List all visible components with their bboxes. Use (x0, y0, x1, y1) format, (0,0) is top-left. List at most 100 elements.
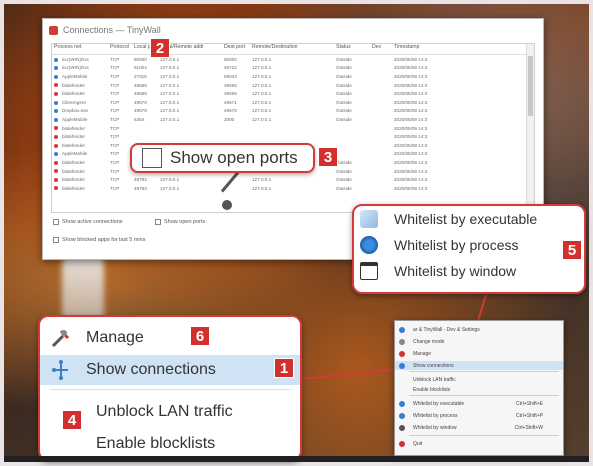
context-menu-item[interactable]: Whitelist by process Ctrl+Shift+P (395, 411, 563, 420)
process-cell: AppleMobile (52, 151, 108, 156)
enable-blocklists-menu-item[interactable]: Enable blocklists (40, 429, 300, 459)
context-menu-item[interactable]: Enable blocklists (395, 385, 563, 394)
column-header[interactable]: Process net (52, 44, 108, 54)
table-row[interactable]: bitdefender TCP 49669 127.0.0.1 49668 127.0.0… (52, 81, 534, 90)
column-header[interactable]: Remote/Destination (250, 44, 334, 54)
menu-item-icon (399, 412, 405, 419)
whitelist-by-window-item[interactable]: Whitelist by window (354, 258, 584, 284)
process-icon (54, 91, 58, 96)
show-active-connections-checkbox[interactable]: Show active connections (53, 219, 123, 225)
callout-label: Show open ports (170, 148, 298, 167)
process-icon (54, 160, 58, 165)
table-cell: 2020/05/09 14:3 (394, 91, 428, 97)
process-cell: bitdefender (52, 177, 108, 182)
menu-item-icon (399, 362, 405, 369)
context-menu-item[interactable]: Whitelist by window Ctrl+Shift+W (395, 423, 563, 432)
checkbox-box[interactable] (142, 148, 162, 168)
process-name: bitdefender (62, 185, 85, 191)
table-row[interactable]: Dropbox.exe TCP 49679 127.0.0.1 49678 127.0.0… (52, 107, 534, 116)
process-cell: bitdefender (52, 91, 108, 96)
menu-item-label: Change mode (413, 338, 445, 345)
column-header[interactable]: Protocol (108, 44, 132, 54)
step-badge-5: 5 (562, 240, 582, 260)
context-menu-item[interactable]: Manage (395, 349, 563, 358)
table-cell: 49669 (134, 91, 147, 97)
table-row[interactable]: bitdefender TCP 2020/05/09 14:3 (52, 124, 534, 133)
table-cell: Outside (336, 159, 352, 165)
shortcut-label: Ctrl+Shift+E (516, 400, 543, 407)
menu-item-label: Enable blocklists (96, 435, 216, 452)
process-name: AppleMobile (62, 73, 88, 79)
table-cell: 127.0.0.1 (252, 65, 272, 71)
table-cell: 2020/05/09 14:3 (394, 56, 428, 62)
tray-context-menu: ar & TinyWall - Dev & Settings Change mod… (394, 320, 564, 456)
table-cell: 5354 (134, 116, 145, 122)
process-icon (54, 117, 58, 122)
table-cell: 2020/05/09 14:3 (394, 116, 428, 122)
column-header[interactable]: Dest port (222, 44, 250, 54)
table-row[interactable]: svc(WIN)/svc TCP 51004 127.0.0.1 49722 127.0.… (52, 64, 534, 73)
table-cell: TCP (110, 65, 120, 71)
checkbox-box[interactable] (53, 237, 59, 243)
table-row[interactable]: ClientAgent TCP 49670 127.0.0.1 49671 127.0.0… (52, 98, 534, 107)
table-row[interactable]: AppleMobile TCP 5354 127.0.0.1 2000 127.0.0.1… (52, 115, 534, 124)
scrollbar-thumb[interactable] (528, 56, 533, 116)
pointer-dot (222, 200, 232, 210)
table-cell: 127.0.0.1 (160, 99, 180, 105)
process-icon (54, 83, 58, 88)
menu-separator (409, 395, 559, 396)
table-row[interactable]: AppleMobile TCP 27015 127.0.0.1 59043 127.0.0… (52, 72, 534, 81)
table-cell: 127.0.0.1 (252, 99, 272, 105)
process-icon (54, 152, 58, 157)
table-cell: 2020/05/09 14:3 (394, 151, 428, 157)
table-cell: Outside (336, 168, 352, 174)
table-cell: 2020/05/09 14:3 (394, 73, 428, 79)
checkbox-box[interactable] (155, 219, 161, 225)
table-cell: TCP (110, 159, 120, 165)
table-cell: TCP (110, 56, 120, 62)
menu-item-label: Show connections (413, 362, 454, 369)
table-cell: 2020/05/09 14:3 (394, 159, 428, 165)
table-cell: Outside (336, 108, 352, 114)
show-open-ports-callout[interactable]: Show open ports (130, 143, 315, 173)
table-row[interactable]: bitdefender TCP 49782 127.0.0.1 127.0.0.1 Out… (52, 175, 534, 184)
process-icon (54, 109, 58, 114)
show-connections-menu-item[interactable]: Show connections (40, 355, 300, 385)
manage-menu-item[interactable]: Manage (40, 323, 300, 353)
context-menu-item[interactable]: Unblock LAN traffic (395, 375, 563, 384)
menu-separator (409, 435, 559, 436)
table-row[interactable]: svc(WIN)/svc TCP 80000 127.0.0.1 50000 127.0.… (52, 55, 534, 64)
context-menu-item[interactable]: Show connections (395, 361, 563, 370)
table-cell: 127.0.0.1 (252, 73, 272, 79)
tools-icon (50, 327, 72, 349)
whitelist-by-executable-item[interactable]: Whitelist by executable (354, 206, 584, 232)
menu-item-label: Whitelist by process (394, 237, 519, 253)
process-name: Dropbox.exe (62, 108, 89, 114)
table-cell: 127.0.0.1 (252, 177, 272, 183)
table-cell: 127.0.0.1 (252, 185, 272, 191)
process-name: ClientAgent (62, 99, 86, 105)
whitelist-by-process-item[interactable]: Whitelist by process (354, 232, 584, 258)
table-row[interactable]: bitdefender TCP 2020/05/09 14:3 (52, 132, 534, 141)
table-scrollbar[interactable] (526, 44, 534, 212)
table-cell: 2020/05/09 14:3 (394, 142, 428, 148)
executable-icon (360, 210, 378, 228)
table-cell: 49782 (134, 177, 147, 183)
checkbox-box[interactable] (53, 219, 59, 225)
table-cell: 49678 (224, 108, 237, 114)
process-icon (54, 134, 58, 139)
context-menu-item[interactable]: Quit (395, 439, 563, 448)
column-header[interactable]: Status (334, 44, 370, 54)
column-header[interactable]: Timestamp (392, 44, 520, 54)
process-name: svc(WIN)/svc (62, 56, 90, 62)
table-row[interactable]: bitdefender TCP 49783 127.0.0.1 127.0.0.1 Out… (52, 184, 534, 193)
column-header[interactable]: Dev (370, 44, 392, 54)
shortcut-label: Ctrl+Shift+P (516, 412, 543, 419)
context-menu-item[interactable]: Change mode (395, 337, 563, 346)
context-menu-item[interactable]: ar & TinyWall - Dev & Settings (395, 325, 563, 334)
table-cell: TCP (110, 99, 120, 105)
show-blocked-apps-checkbox[interactable]: Show blocked apps for last 5 mins (53, 237, 145, 243)
show-open-ports-checkbox[interactable]: Show open ports (155, 219, 205, 225)
table-row[interactable]: bitdefender TCP 49669 127.0.0.1 49669 127.0.0… (52, 89, 534, 98)
context-menu-item[interactable]: Whitelist by executable Ctrl+Shift+E (395, 399, 563, 408)
